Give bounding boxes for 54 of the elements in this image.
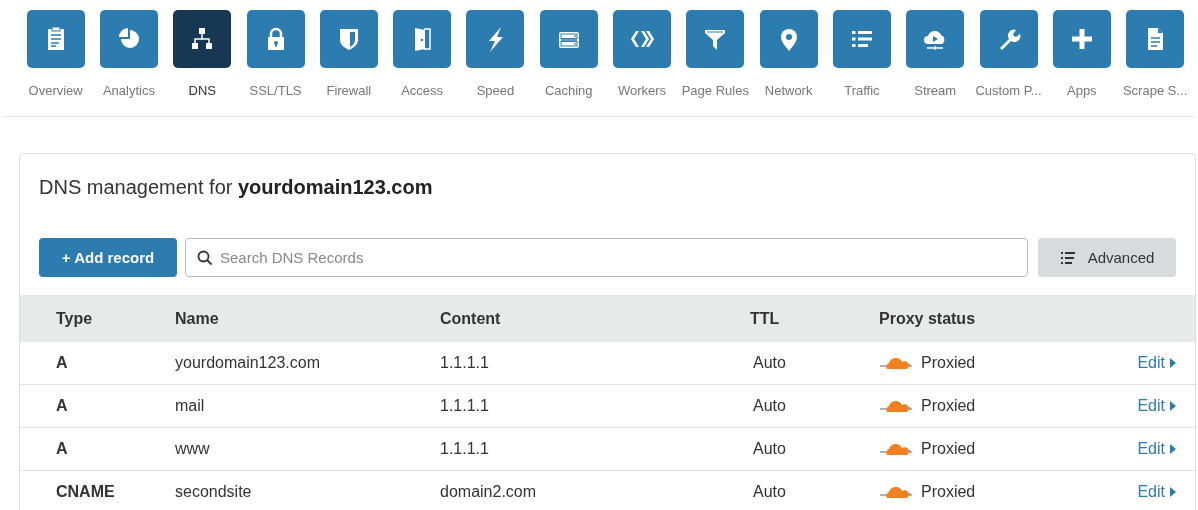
table-cell-text: CNAME (56, 483, 116, 501)
caret-icon (1169, 357, 1177, 369)
nav-tab[interactable]: Analytics (92, 10, 166, 98)
nav-tab[interactable]: Speed (458, 10, 533, 98)
edit-link[interactable]: Edit (1137, 483, 1177, 501)
column-header: Name (175, 309, 219, 328)
proxy-status: Proxied (921, 397, 976, 415)
nav-tab[interactable]: Page Rules (678, 10, 752, 98)
nav-tab[interactable]: Apps (1045, 10, 1119, 98)
proxy-status: Proxied (921, 440, 976, 458)
advanced-button[interactable]: Advanced (1038, 238, 1176, 277)
nav-tab[interactable]: Stream (898, 10, 972, 98)
table-cell-text: Auto (752, 440, 787, 458)
table-cell-text: Auto (752, 354, 787, 372)
nav-tab[interactable]: Traffic (825, 10, 899, 98)
panel-title: DNS management for yourdomain123.com (38, 175, 434, 200)
list-icon (1059, 250, 1076, 265)
caret-icon (1169, 443, 1177, 455)
column-header: Type (56, 309, 93, 328)
caret-icon (1169, 400, 1177, 412)
nav-tab[interactable]: Scrape S... (1118, 10, 1192, 98)
nav-tab[interactable]: DNS (165, 10, 239, 98)
add-record-button[interactable]: + Add record (39, 238, 177, 277)
nav-tab[interactable]: Custom P... (971, 10, 1046, 98)
proxy-status: Proxied (921, 483, 976, 501)
search-field[interactable]: Search DNS Records (185, 238, 1028, 277)
edit-link[interactable]: Edit (1137, 397, 1177, 415)
nav-tab[interactable]: Overview (19, 10, 93, 98)
nav-tab[interactable]: SSL/TLS (238, 10, 313, 98)
table-cell-text: A (56, 354, 69, 372)
table-cell-text: 1.1.1.1 (440, 397, 490, 415)
table-cell-text: www (175, 440, 211, 458)
table-cell-text: A (56, 397, 69, 415)
proxy-status: Proxied (921, 354, 976, 372)
table-cell-text: 1.1.1.1 (440, 354, 490, 372)
nav-tab[interactable]: Workers (605, 10, 679, 98)
table-cell-text: A (56, 440, 69, 458)
column-header: TTL (750, 309, 780, 328)
column-header: Proxy status (879, 309, 976, 328)
table-cell-text: Auto (752, 483, 787, 501)
table-cell-text: mail (175, 397, 206, 415)
nav-tab[interactable]: Caching (532, 10, 606, 98)
nav-tab[interactable]: Network (751, 10, 826, 98)
column-header: Content (440, 309, 501, 328)
table-cell-text: domain2.com (440, 483, 538, 501)
table-cell-text: secondsite (175, 483, 253, 501)
edit-link[interactable]: Edit (1137, 354, 1177, 372)
nav-tab[interactable]: Firewall (312, 10, 386, 98)
table-cell-text: 1.1.1.1 (440, 440, 490, 458)
table-cell-text: yourdomain123.com (175, 354, 321, 372)
nav-tab[interactable]: Access (385, 10, 459, 98)
table-cell-text: Auto (752, 397, 787, 415)
edit-link[interactable]: Edit (1137, 440, 1177, 458)
caret-icon (1169, 486, 1177, 498)
